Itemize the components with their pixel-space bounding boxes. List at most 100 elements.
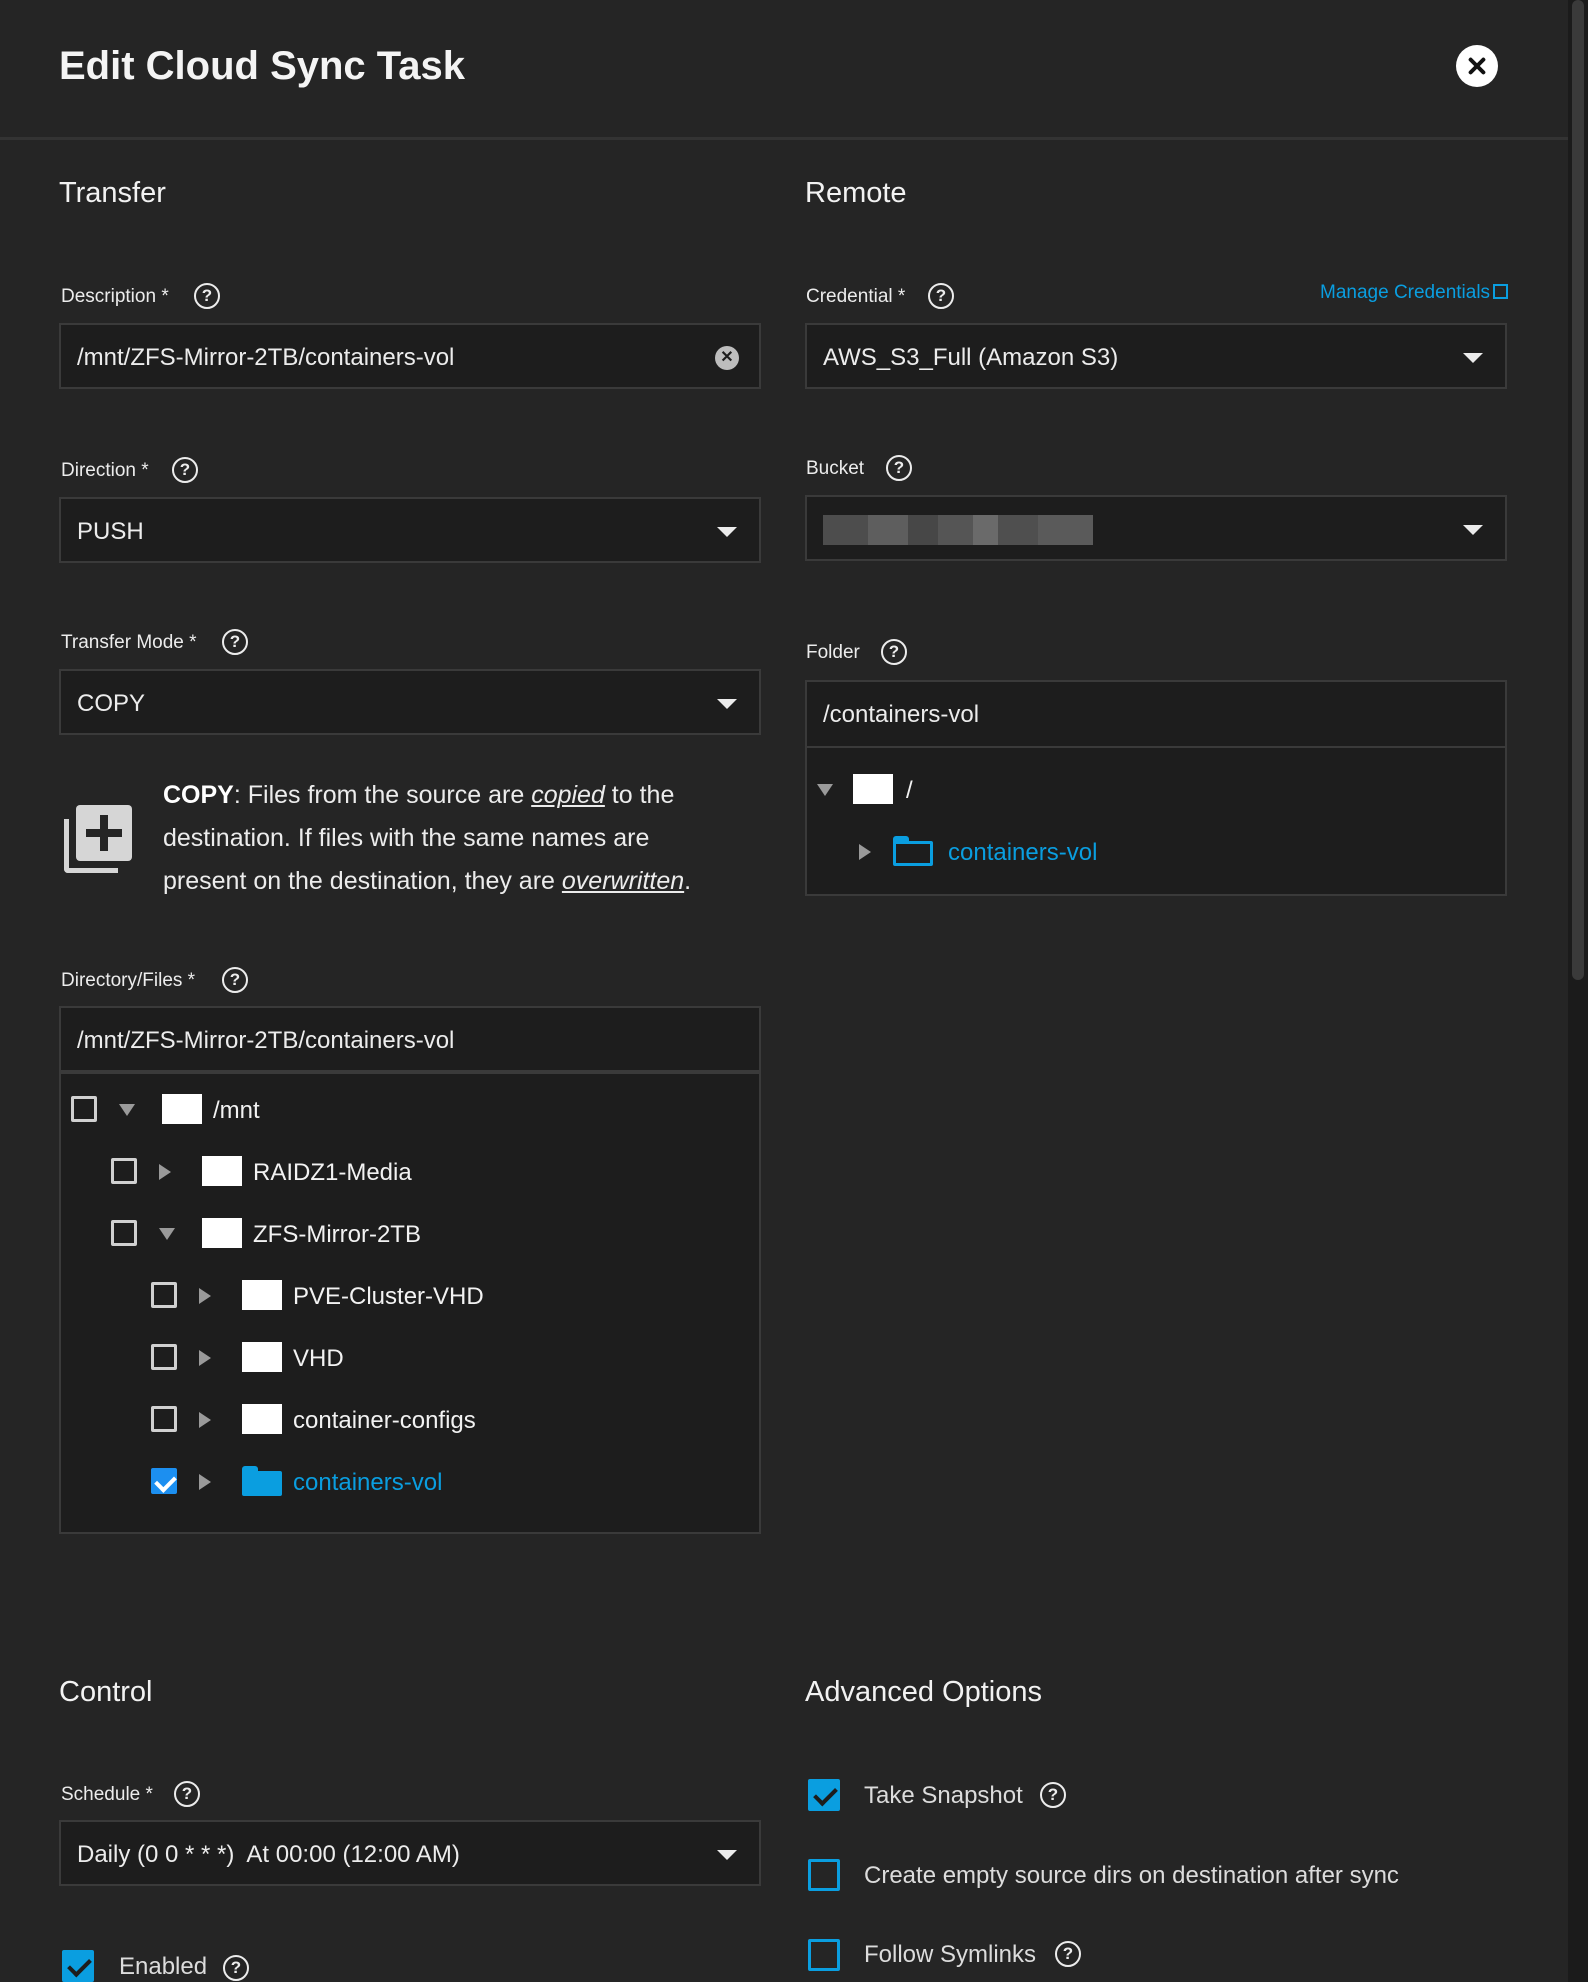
tree-checkbox-checked[interactable] (151, 1468, 177, 1494)
expand-arrow-icon[interactable] (817, 784, 833, 796)
folder-help-icon[interactable]: ? (881, 639, 907, 665)
tree-item-label: container-configs (293, 1407, 476, 1434)
description-label: Description * (61, 286, 169, 307)
tree-checkbox[interactable] (71, 1096, 97, 1122)
tree-item-label: VHD (293, 1345, 344, 1372)
folder-icon (242, 1466, 282, 1496)
expand-arrow-icon[interactable] (159, 1164, 171, 1180)
folder-icon (242, 1280, 282, 1310)
manage-credentials-link[interactable]: Manage Credentials (1320, 282, 1509, 304)
tree-checkbox[interactable] (111, 1158, 137, 1184)
take-snapshot-checkbox[interactable] (808, 1779, 840, 1811)
advanced-options-section-title: Advanced Options (805, 1676, 1042, 1708)
expand-arrow-icon[interactable] (859, 844, 871, 860)
dropdown-caret-icon (717, 699, 737, 709)
directory-files-value: /mnt/ZFS-Mirror-2TB/containers-vol (77, 1027, 455, 1054)
transfer-mode-value: COPY (77, 690, 146, 717)
tree-item-label: / (906, 777, 913, 804)
dropdown-caret-icon (717, 1850, 737, 1860)
credential-label: Credential * (806, 286, 906, 307)
tree-item-label: RAIDZ1-Media (253, 1159, 412, 1186)
follow-symlinks-help-icon[interactable]: ? (1055, 1941, 1081, 1967)
enabled-checkbox[interactable] (62, 1950, 94, 1982)
tree-item-label: PVE-Cluster-VHD (293, 1283, 484, 1310)
direction-label: Direction * (61, 460, 149, 481)
copy-mode-icon (64, 805, 132, 873)
follow-symlinks-label: Follow Symlinks (864, 1941, 1037, 1968)
transfer-mode-select[interactable]: COPY (59, 669, 761, 735)
folder-label: Folder (806, 642, 860, 663)
follow-symlinks-checkbox[interactable] (808, 1939, 840, 1971)
bucket-value-redacted (823, 515, 1093, 545)
tree-item-label: containers-vol (293, 1469, 443, 1496)
manage-credentials-label: Manage Credentials (1320, 282, 1491, 303)
tree-item-label: /mnt (213, 1097, 260, 1124)
edit-cloud-sync-dialog: Edit Cloud Sync Task Transfer Descriptio… (0, 0, 1568, 1982)
credential-value: AWS_S3_Full (Amazon S3) (823, 344, 1119, 371)
transfer-mode-description: COPY: Files from the source are copied t… (163, 774, 733, 903)
create-empty-dirs-label: Create empty source dirs on destination … (864, 1862, 1399, 1889)
tree-item-label: containers-vol (948, 839, 1098, 866)
direction-select[interactable]: PUSH (59, 497, 761, 563)
description-help-icon[interactable]: ? (194, 283, 220, 309)
credential-select[interactable]: AWS_S3_Full (Amazon S3) (805, 323, 1507, 389)
folder-icon (242, 1342, 282, 1372)
dialog-title: Edit Cloud Sync Task (59, 44, 465, 88)
close-icon[interactable] (1456, 45, 1498, 87)
folder-value: /containers-vol (823, 701, 980, 728)
folder-icon (853, 774, 893, 804)
directory-tree: /mnt RAIDZ1-Media ZFS-Mirror-2TB PVE-Clu… (59, 1072, 761, 1534)
folder-input[interactable]: /containers-vol (805, 680, 1507, 748)
dropdown-caret-icon (1463, 353, 1483, 363)
schedule-label: Schedule * (61, 1784, 153, 1805)
info-text-3: . (684, 867, 692, 895)
description-input[interactable]: /mnt/ZFS-Mirror-2TB/containers-vol ✕ (59, 323, 761, 389)
info-text-1: : Files from the source are (233, 781, 532, 809)
schedule-help-icon[interactable]: ? (174, 1781, 200, 1807)
clear-icon[interactable]: ✕ (715, 346, 739, 370)
schedule-select[interactable]: Daily (0 0 * * *) At 00:00 (12:00 AM) (59, 1820, 761, 1886)
remote-folder-tree: / containers-vol (805, 746, 1507, 896)
directory-files-input[interactable]: /mnt/ZFS-Mirror-2TB/containers-vol (59, 1006, 761, 1072)
direction-help-icon[interactable]: ? (172, 457, 198, 483)
scrollbar-thumb[interactable] (1572, 0, 1584, 980)
tree-checkbox[interactable] (151, 1344, 177, 1370)
create-empty-dirs-checkbox[interactable] (808, 1859, 840, 1891)
folder-icon (893, 836, 933, 866)
folder-icon (162, 1094, 202, 1124)
transfer-mode-help-icon[interactable]: ? (222, 629, 248, 655)
dropdown-caret-icon (717, 527, 737, 537)
expand-arrow-icon[interactable] (119, 1104, 135, 1116)
enabled-help-icon[interactable]: ? (223, 1955, 249, 1981)
tree-checkbox[interactable] (151, 1406, 177, 1432)
schedule-value: Daily (0 0 * * *) At 00:00 (12:00 AM) (77, 1841, 460, 1868)
credential-help-icon[interactable]: ? (928, 283, 954, 309)
description-value: /mnt/ZFS-Mirror-2TB/containers-vol (77, 344, 455, 371)
bucket-select[interactable] (805, 495, 1507, 561)
expand-arrow-icon[interactable] (199, 1474, 211, 1490)
transfer-section-title: Transfer (59, 177, 166, 209)
directory-files-help-icon[interactable]: ? (222, 967, 248, 993)
expand-arrow-icon[interactable] (199, 1350, 211, 1366)
remote-section-title: Remote (805, 177, 907, 209)
take-snapshot-help-icon[interactable]: ? (1040, 1782, 1066, 1808)
tree-checkbox[interactable] (151, 1282, 177, 1308)
folder-icon (242, 1404, 282, 1434)
expand-arrow-icon[interactable] (199, 1412, 211, 1428)
info-overwritten: overwritten (561, 867, 685, 895)
bucket-label: Bucket (806, 458, 865, 479)
control-section-title: Control (59, 1676, 153, 1708)
transfer-mode-label: Transfer Mode * (61, 632, 197, 653)
folder-icon (202, 1156, 242, 1186)
tree-item-label: ZFS-Mirror-2TB (253, 1221, 421, 1248)
enabled-label: Enabled (119, 1953, 208, 1980)
bucket-help-icon[interactable]: ? (886, 455, 912, 481)
tree-checkbox[interactable] (111, 1220, 137, 1246)
expand-arrow-icon[interactable] (199, 1288, 211, 1304)
expand-arrow-icon[interactable] (159, 1228, 175, 1240)
direction-value: PUSH (77, 518, 144, 545)
info-copied: copied (531, 781, 605, 809)
folder-icon (202, 1218, 242, 1248)
take-snapshot-label: Take Snapshot (864, 1782, 1023, 1809)
scrollbar[interactable] (1568, 0, 1588, 1982)
